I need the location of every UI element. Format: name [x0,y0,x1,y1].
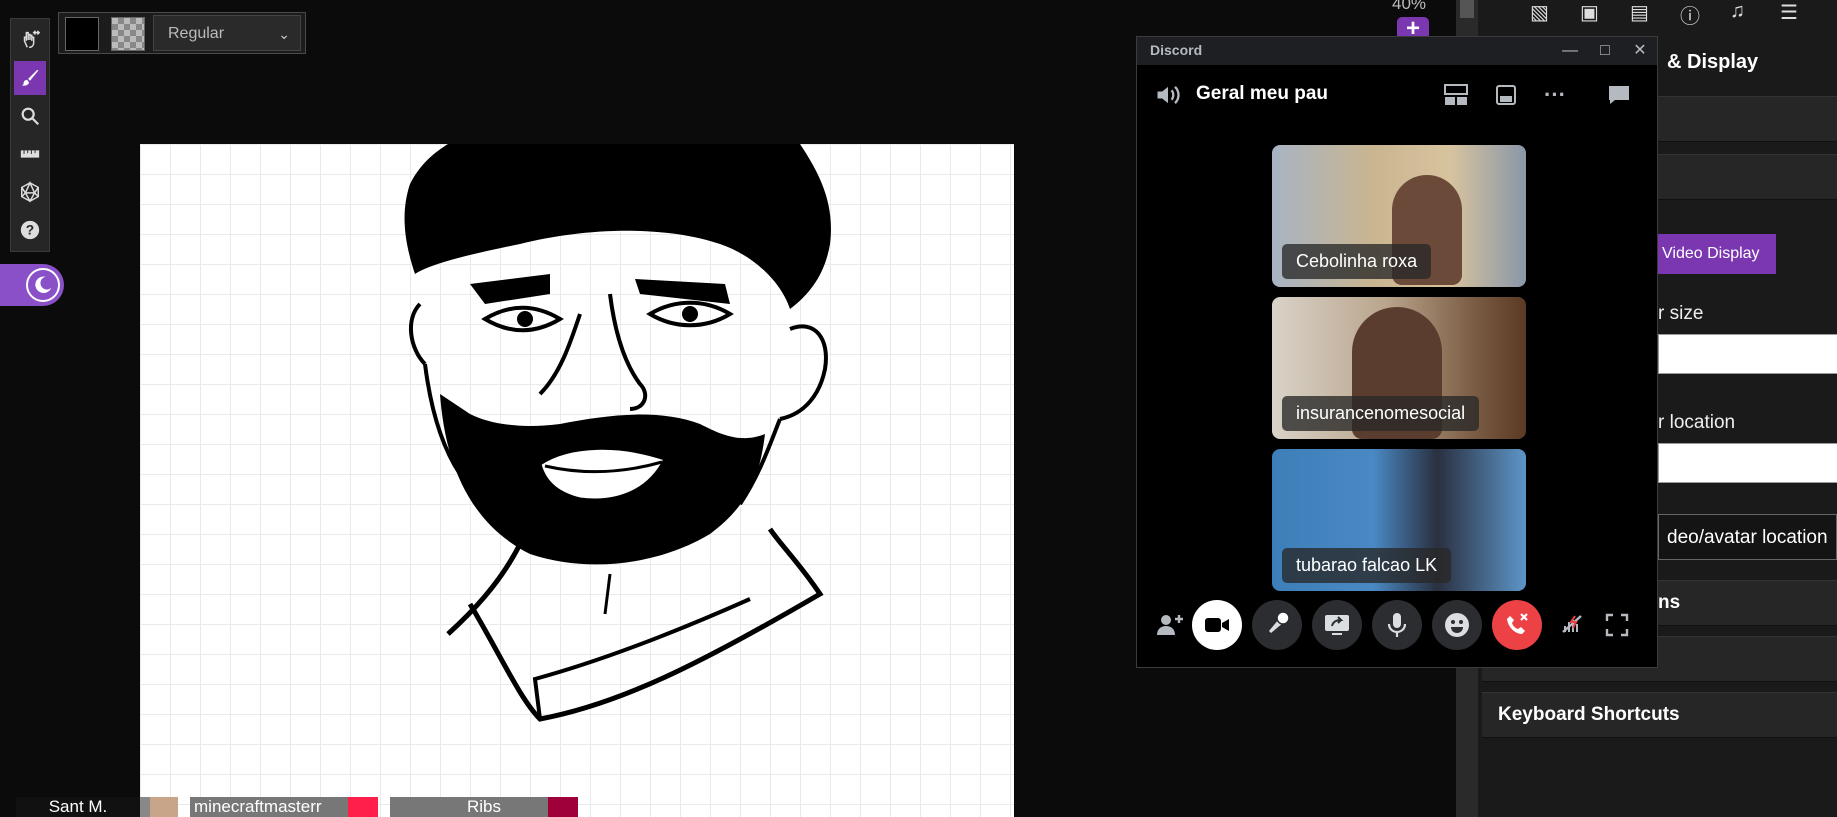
participant-tile[interactable]: insurancenomesocial [1272,297,1526,439]
participant-name: insurancenomesocial [1282,396,1480,431]
avatar-size-field[interactable] [1658,334,1837,374]
emoji-button[interactable] [1432,600,1482,650]
brush-style-select[interactable]: Regular ⌄ [153,15,301,51]
player-name: Sant M. [48,797,108,816]
player-bar[interactable]: Sant M. [16,797,140,817]
channel-name: Geral meu pau [1196,83,1328,104]
player-bar[interactable]: minecraftmasterr [190,797,378,817]
player-name: minecraftmasterr [194,797,322,816]
keyboard-shortcuts-label: Keyboard Shortcuts [1498,704,1680,725]
dark-mode-toggle[interactable] [0,264,64,306]
svg-text:?: ? [26,223,34,238]
avatar-size-label: r size [1658,303,1704,324]
avatar-location-field[interactable] [1658,443,1837,483]
settings-section-partial: ns [1658,592,1681,613]
activity-button[interactable] [1252,600,1302,650]
brush-style-value: Regular [168,25,225,42]
sidebar-icon-row: ▧ ▣ ▤ ⓘ ♫ ☰ [1530,0,1806,28]
add-user-icon[interactable] [1145,600,1195,650]
disconnect-button[interactable] [1492,600,1542,650]
face-drawing [404,144,831,722]
camera-button[interactable] [1192,600,1242,650]
primary-color-swatch[interactable] [65,17,99,51]
hangup-icon [1507,613,1528,634]
brush-controls: Regular ⌄ [58,12,306,54]
maximize-icon[interactable]: □ [1592,39,1618,63]
image-icon[interactable]: ▣ [1580,0,1606,24]
discord-call-header: Geral meu pau ··· [1137,65,1657,125]
microphone-icon [1387,613,1407,637]
more-options-icon[interactable]: ··· [1539,79,1571,111]
close-icon[interactable]: ✕ [1627,39,1653,63]
music-icon[interactable]: ♫ [1730,0,1756,22]
camera-icon [1205,618,1229,632]
moon-icon [26,268,60,302]
discord-window: Discord — □ ✕ Geral meu pau ··· Cebolinh… [1136,36,1658,668]
grid-layout-icon[interactable] [1440,79,1472,111]
screenshare-icon [1325,615,1349,635]
speaker-icon [1157,86,1180,104]
brush-tool-icon[interactable] [14,61,46,95]
journal-icon[interactable]: ▤ [1630,0,1656,24]
video-location-select[interactable]: deo/avatar location [1658,514,1837,560]
drawing-canvas[interactable] [140,144,1014,817]
chat-bubble-icon[interactable] [1603,79,1635,111]
keyboard-shortcuts-bar[interactable]: Keyboard Shortcuts [1482,692,1837,738]
microphone-button[interactable] [1372,600,1422,650]
settings-heading: & Display [1667,51,1759,73]
info-icon[interactable]: ⓘ [1680,0,1706,28]
rocket-icon [1269,611,1290,633]
pan-tool-icon[interactable] [14,23,46,57]
scrollbar-thumb[interactable] [1460,0,1474,18]
fullscreen-icon[interactable] [1597,600,1637,650]
participant-name: Cebolinha roxa [1282,244,1432,279]
tool-palette: ? [10,18,50,252]
participant-tile[interactable]: Cebolinha roxa [1272,145,1526,287]
player-name: Ribs [466,797,501,816]
discord-titlebar[interactable]: Discord — □ ✕ [1137,37,1657,65]
emoji-icon [1445,613,1469,637]
help-icon[interactable]: ? [14,213,46,247]
ruler-icon[interactable] [14,137,46,171]
chevron-down-icon: ⌄ [278,26,290,42]
zoom-level: 40% [1392,0,1427,13]
dice-icon[interactable] [14,175,46,209]
secondary-color-swatch[interactable] [111,17,145,51]
participant-tile[interactable]: tubarao falcao LK [1272,449,1526,591]
discord-app-title: Discord [1150,42,1203,58]
popout-icon[interactable] [1490,79,1522,111]
list-icon[interactable]: ☰ [1780,0,1806,24]
screenshare-button[interactable] [1312,600,1362,650]
chat-icon[interactable]: ▧ [1530,0,1556,24]
avatar-location-label: r location [1658,412,1736,433]
participant-name: tubarao falcao LK [1282,548,1452,583]
noise-suppression-icon[interactable] [1556,600,1588,650]
search-icon[interactable] [14,99,46,133]
minimize-icon[interactable]: — [1557,39,1583,63]
player-bar[interactable]: Ribs [390,797,578,817]
tab-video-display[interactable]: Video Display [1656,234,1776,274]
player-bar-spacer [140,797,178,817]
